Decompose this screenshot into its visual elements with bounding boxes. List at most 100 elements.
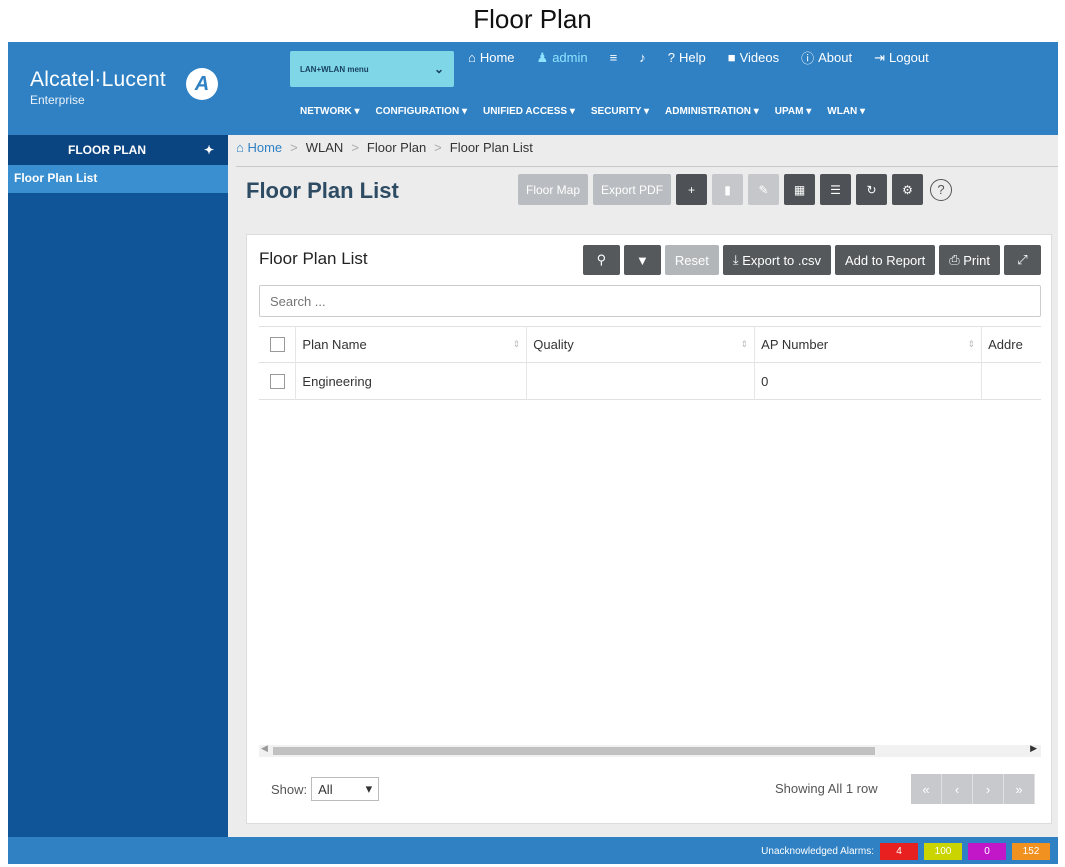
list-icon: ≡ [609,50,618,65]
filter-button[interactable]: ▼ [623,245,661,275]
alarms-label: Unacknowledged Alarms: [761,846,874,857]
floor-plan-panel: Floor Plan List ⚲ ▼ Reset ⤓ Export to .c… [246,234,1052,824]
prev-page-button[interactable]: ‹ [942,774,973,804]
cell-address [982,363,1041,400]
column-header-address[interactable]: Addre [982,326,1041,363]
nav-item-wlan[interactable]: WLAN ▾ [827,106,865,117]
trash-icon: ▮ [724,182,731,197]
export-csv-button[interactable]: ⤓ Export to .csv [722,245,832,275]
top-link-videos[interactable]: ■ Videos [728,48,779,67]
page-size-control: Show: All ▾ [271,777,380,801]
breadcrumb-wlan[interactable]: WLAN [306,140,344,155]
nav-item-upam[interactable]: UPAM ▾ [775,106,812,117]
first-page-button[interactable]: « [911,774,942,804]
domain-selector[interactable]: LAN+WLAN menu ⌄ [290,51,454,87]
nav-item-network[interactable]: NETWORK ▾ [300,106,359,117]
table-header: Plan Name ⇕ Quality ⇕ AP Number ⇕ Addre [259,326,1041,363]
nav-item-unified[interactable]: UNIFIED ACCESS ▾ [483,106,575,117]
list-view-button[interactable]: ☰ [820,174,852,205]
pin-icon[interactable]: ✦ [204,143,214,157]
bell-icon: ♪ [639,50,646,65]
top-link-admin[interactable]: ♟ admin [537,48,588,67]
alarm-count-badge[interactable]: 100 [924,843,962,860]
cell-quality [527,362,756,400]
settings-button[interactable]: ⚙ [892,174,924,205]
edit-button[interactable]: ✎ [748,174,780,205]
search-button[interactable]: ⚲ [582,245,620,275]
horizontal-scrollbar[interactable]: ◀ ▶ [259,743,1041,757]
download-icon: ⤓ [732,252,739,267]
table-row[interactable]: Engineering 0 [259,362,1041,400]
logo-subtext: Enterprise [30,93,85,107]
user-icon: ♟ [536,49,549,65]
edit-icon: ✎ [758,182,769,197]
column-header-ap-number[interactable]: AP Number ⇕ [755,326,983,363]
top-link-list-icon[interactable]: ≡ [610,48,618,67]
sidebar-item-floor-plan-list[interactable]: Floor Plan List [8,165,228,193]
row-checkbox[interactable] [269,373,285,389]
refresh-icon: ↻ [866,182,877,197]
page-toolbar: Floor Map Export PDF + ▮ ✎ ▦ ☰ ↻ ⚙ ? [518,174,953,205]
sidebar-header: FLOOR PLAN ✦ [8,135,228,165]
sort-icon: ⇕ [967,339,976,349]
scroll-right-arrow[interactable]: ▶ [1030,743,1037,754]
grid-view-button[interactable]: ▦ [784,174,816,205]
breadcrumb-home[interactable]: ⌂ Home [236,140,282,155]
page-size-select[interactable]: All ▾ [311,777,380,801]
status-footer: Unacknowledged Alarms: 4 100 0 152 [8,837,1058,864]
nav-item-administration[interactable]: ADMINISTRATION ▾ [665,106,759,117]
brand-logo[interactable]: Alcatel·Lucent Enterprise [30,68,166,107]
scrollbar-thumb[interactable] [273,747,875,755]
row-count-text: Showing All 1 row [775,781,878,796]
cell-plan-name: Engineering [296,362,528,400]
last-page-button[interactable]: » [1004,774,1035,804]
pagination: « ‹ › » [911,774,1035,804]
next-page-button[interactable]: › [973,774,1004,804]
search-input[interactable] [259,285,1041,317]
top-link-logout[interactable]: ⇥ Logout [874,48,929,67]
add-to-report-button[interactable]: Add to Report [835,245,936,275]
nav-item-configuration[interactable]: CONFIGURATION ▾ [375,106,467,117]
column-header-quality[interactable]: Quality ⇕ [527,326,756,363]
breadcrumb-current: Floor Plan List [449,140,533,155]
expand-icon: ⤢ [1017,252,1028,267]
delete-button[interactable]: ▮ [712,174,744,205]
alarm-count-badge[interactable]: 4 [880,843,918,860]
alarm-count-badge[interactable]: 152 [1012,843,1050,860]
breadcrumb-separator: > [290,140,298,155]
page-size-value: All [318,781,333,797]
floor-map-button[interactable]: Floor Map [518,174,589,205]
gear-icon: ⚙ [902,182,913,197]
refresh-button[interactable]: ↻ [856,174,888,205]
nav-item-security[interactable]: SECURITY ▾ [591,106,649,117]
sort-icon: ⇕ [740,339,749,349]
alarm-count-badge[interactable]: 0 [968,843,1006,860]
column-header-plan-name[interactable]: Plan Name ⇕ [296,326,528,363]
print-button[interactable]: ⎙ Print [939,245,1000,275]
export-pdf-button[interactable]: Export PDF [593,174,672,205]
top-link-help[interactable]: ? Help [668,48,706,67]
top-links: ⌂ Home ♟ admin ≡ ♪ ? Help ■ Videos ⓘ About ⇥ Logout [468,48,951,67]
info-icon: ⓘ [801,51,815,66]
top-link-about[interactable]: ⓘ About [801,48,852,67]
help-icon[interactable]: ? [930,178,953,201]
home-icon: ⌂ [236,140,244,155]
print-icon: ⎙ [949,252,960,267]
top-link-bell-icon[interactable]: ♪ [639,48,646,67]
breadcrumb-floor-plan[interactable]: Floor Plan [367,140,426,155]
reset-button[interactable]: Reset [664,245,719,275]
help-icon: ? [667,50,675,65]
main-nav: NETWORK ▾ CONFIGURATION ▾ UNIFIED ACCESS ▾… [300,106,881,117]
select-all-checkbox[interactable] [269,337,285,352]
alarm-summary: Unacknowledged Alarms: 4 100 0 152 [761,843,1050,860]
logout-icon: ⇥ [874,49,885,65]
expand-button[interactable]: ⤢ [1004,245,1041,275]
sort-icon: ⇕ [512,339,521,349]
select-all-cell [259,326,297,363]
add-button[interactable]: + [676,174,708,205]
domain-selector-value: LAN+WLAN menu [300,64,369,74]
list-icon: ☰ [830,182,841,197]
breadcrumb-separator: > [434,140,442,155]
scroll-left-arrow[interactable]: ◀ [261,743,268,754]
top-link-home[interactable]: ⌂ Home [468,48,515,67]
